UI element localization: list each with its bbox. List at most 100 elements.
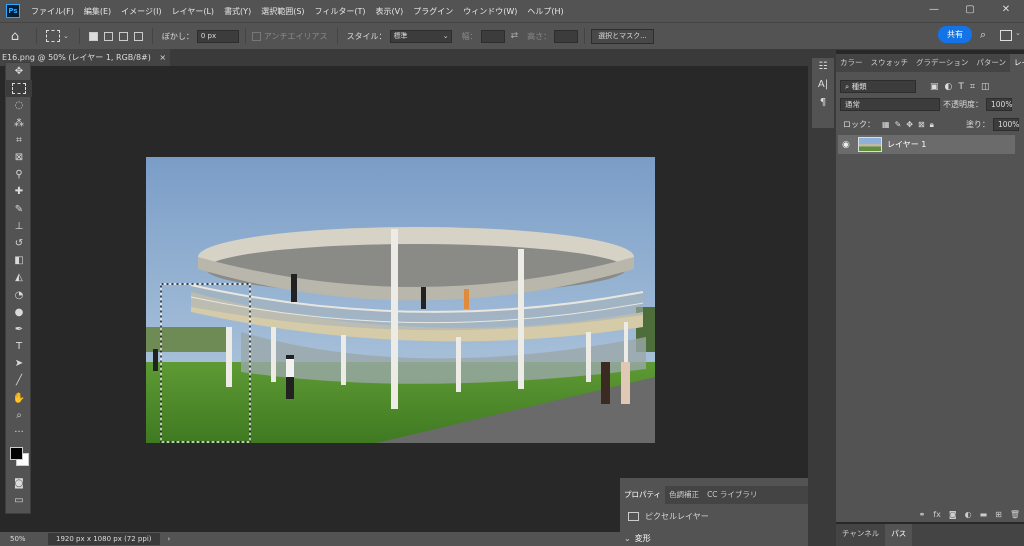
quick-mask-icon[interactable]: ◙ <box>6 475 32 492</box>
menu-file[interactable]: ファイル(F) <box>26 6 79 17</box>
new-selection-icon[interactable] <box>88 31 98 41</box>
tab-properties[interactable]: プロパティ <box>620 486 666 504</box>
search-icon[interactable]: ⌕ <box>980 28 986 42</box>
layer-style-icon[interactable]: fx <box>933 510 941 519</box>
restore-button[interactable]: ▢ <box>952 0 988 22</box>
status-arrow-icon[interactable]: › <box>168 535 171 543</box>
rectangular-marquee-tool-icon[interactable] <box>6 80 32 98</box>
menu-edit[interactable]: 編集(E) <box>79 6 116 17</box>
fill-input[interactable]: 100% <box>992 118 1019 131</box>
minimize-button[interactable]: — <box>916 0 952 22</box>
opacity-input[interactable]: 100% <box>986 98 1012 111</box>
share-button[interactable]: 共有 <box>938 26 972 43</box>
screen-mode-icon[interactable]: ▭ <box>6 492 32 509</box>
filter-shape-icon[interactable]: ⌗ <box>970 82 975 92</box>
lock-transparent-icon[interactable]: ▦ <box>882 120 890 129</box>
style-select[interactable]: 標準 ⌄ <box>389 29 452 43</box>
blur-tool-icon[interactable]: ◔ <box>6 286 32 303</box>
menu-type[interactable]: 書式(Y) <box>219 6 256 17</box>
new-group-icon[interactable]: ▬ <box>980 510 988 519</box>
tab-close-icon[interactable]: × <box>159 53 166 62</box>
tab-cc-libraries[interactable]: CC ライブラリ <box>703 486 761 504</box>
paint-bucket-tool-icon[interactable]: ◭ <box>6 269 32 286</box>
color-swatch-icon[interactable] <box>6 441 32 475</box>
character-panel-icon[interactable]: A| <box>812 76 834 94</box>
filter-pixel-icon[interactable]: ▣ <box>930 82 939 92</box>
select-and-mask-button[interactable]: 選択とマスク... <box>591 28 654 44</box>
workspace-icon[interactable] <box>1000 30 1012 41</box>
feather-input[interactable]: 0 px <box>196 29 239 43</box>
path-selection-tool-icon[interactable]: ➤ <box>6 355 32 372</box>
filter-smart-object-icon[interactable]: ◫ <box>981 82 990 92</box>
menu-view[interactable]: 表示(V) <box>371 6 409 17</box>
history-brush-tool-icon[interactable]: ↺ <box>6 235 32 252</box>
brush-tool-icon[interactable]: ✎ <box>6 201 32 218</box>
tab-patterns[interactable]: パターン <box>972 54 1010 72</box>
menu-filter[interactable]: フィルター(T) <box>310 6 371 17</box>
menu-select[interactable]: 選択範囲(S) <box>256 6 309 17</box>
spot-healing-tool-icon[interactable]: ✚ <box>6 183 32 200</box>
layer-name[interactable]: レイヤー 1 <box>887 139 926 150</box>
menu-image[interactable]: イメージ(I) <box>116 6 166 17</box>
antialias-checkbox[interactable] <box>251 31 261 41</box>
crop-tool-icon[interactable]: ⌗ <box>6 132 32 149</box>
height-input[interactable] <box>554 29 579 43</box>
tab-paths[interactable]: パス <box>885 524 913 546</box>
visibility-eye-icon[interactable]: ◉ <box>842 140 850 150</box>
line-tool-icon[interactable]: ╱ <box>6 372 32 389</box>
lasso-tool-icon[interactable]: ◌ <box>6 97 32 114</box>
layer-row[interactable]: ◉ レイヤー 1 <box>838 135 1015 154</box>
width-input[interactable] <box>480 29 505 43</box>
eraser-tool-icon[interactable]: ◧ <box>6 252 32 269</box>
menu-layer[interactable]: レイヤー(L) <box>167 6 219 17</box>
tab-channels[interactable]: チャンネル <box>836 524 885 546</box>
link-layers-icon[interactable]: ⚭ <box>919 510 926 519</box>
tab-color[interactable]: カラー <box>836 54 867 72</box>
new-layer-icon[interactable]: ⊞ <box>995 510 1002 519</box>
blend-mode-select[interactable]: 通常 <box>840 98 940 111</box>
foreground-color[interactable] <box>10 447 23 461</box>
history-panel-icon[interactable]: ☷ <box>812 58 834 76</box>
document-image[interactable] <box>146 157 655 443</box>
swap-icon[interactable]: ⇄ <box>511 31 519 41</box>
menu-window[interactable]: ウィンドウ(W) <box>458 6 522 17</box>
add-selection-icon[interactable] <box>103 31 113 41</box>
type-tool-icon[interactable]: T <box>6 338 32 355</box>
pen-tool-icon[interactable]: ✒ <box>6 321 32 338</box>
eyedropper-tool-icon[interactable]: ⚲ <box>6 166 32 183</box>
move-tool-icon[interactable]: ✥ <box>6 63 32 80</box>
marquee-preset-icon[interactable] <box>46 30 60 42</box>
object-selection-tool-icon[interactable]: ⁂ <box>6 115 32 132</box>
zoom-tool-icon[interactable]: ⌕ <box>6 407 32 424</box>
menu-help[interactable]: ヘルプ(H) <box>522 6 568 17</box>
tab-adjustments[interactable]: 色調補正 <box>665 486 703 504</box>
tab-layers[interactable]: レイヤー <box>1009 54 1024 72</box>
filter-adjustment-icon[interactable]: ◐ <box>945 82 953 92</box>
home-icon[interactable]: ⌂ <box>0 29 30 44</box>
more-tools-icon[interactable]: ··· <box>6 424 32 441</box>
hand-tool-icon[interactable]: ✋ <box>6 390 32 407</box>
dodge-tool-icon[interactable]: ● <box>6 304 32 321</box>
chevron-down-icon[interactable]: ⌄ <box>63 32 69 40</box>
subtract-selection-icon[interactable] <box>118 31 128 41</box>
close-button[interactable]: ✕ <box>988 0 1024 22</box>
filter-type-icon[interactable]: T <box>958 82 964 92</box>
layer-kind-filter[interactable]: ⌕ 種類 <box>840 80 916 93</box>
tab-gradients[interactable]: グラデーション <box>912 54 972 72</box>
frame-tool-icon[interactable]: ⊠ <box>6 149 32 166</box>
lock-artboard-icon[interactable]: ⊠ <box>918 120 925 129</box>
intersect-selection-icon[interactable] <box>133 31 143 41</box>
lock-position-icon[interactable]: ✥ <box>906 120 913 129</box>
paragraph-panel-icon[interactable]: ¶ <box>812 94 834 112</box>
add-mask-icon[interactable]: ◙ <box>949 510 957 519</box>
delete-layer-icon[interactable]: 🗑︎ <box>1010 510 1020 519</box>
lock-image-icon[interactable]: ✎ <box>895 120 902 129</box>
stamp-tool-icon[interactable]: ⊥ <box>6 218 32 235</box>
chevron-down-icon[interactable]: ⌄ <box>1015 29 1021 37</box>
tab-swatches[interactable]: スウォッチ <box>867 54 913 72</box>
lock-all-icon[interactable]: 🔒︎ <box>930 120 934 130</box>
menu-plugins[interactable]: プラグイン <box>408 6 458 17</box>
transform-section[interactable]: ⌄ 変形 <box>624 533 651 544</box>
adjustment-layer-icon[interactable]: ◐ <box>965 510 972 519</box>
zoom-level[interactable]: 50% <box>0 535 48 543</box>
